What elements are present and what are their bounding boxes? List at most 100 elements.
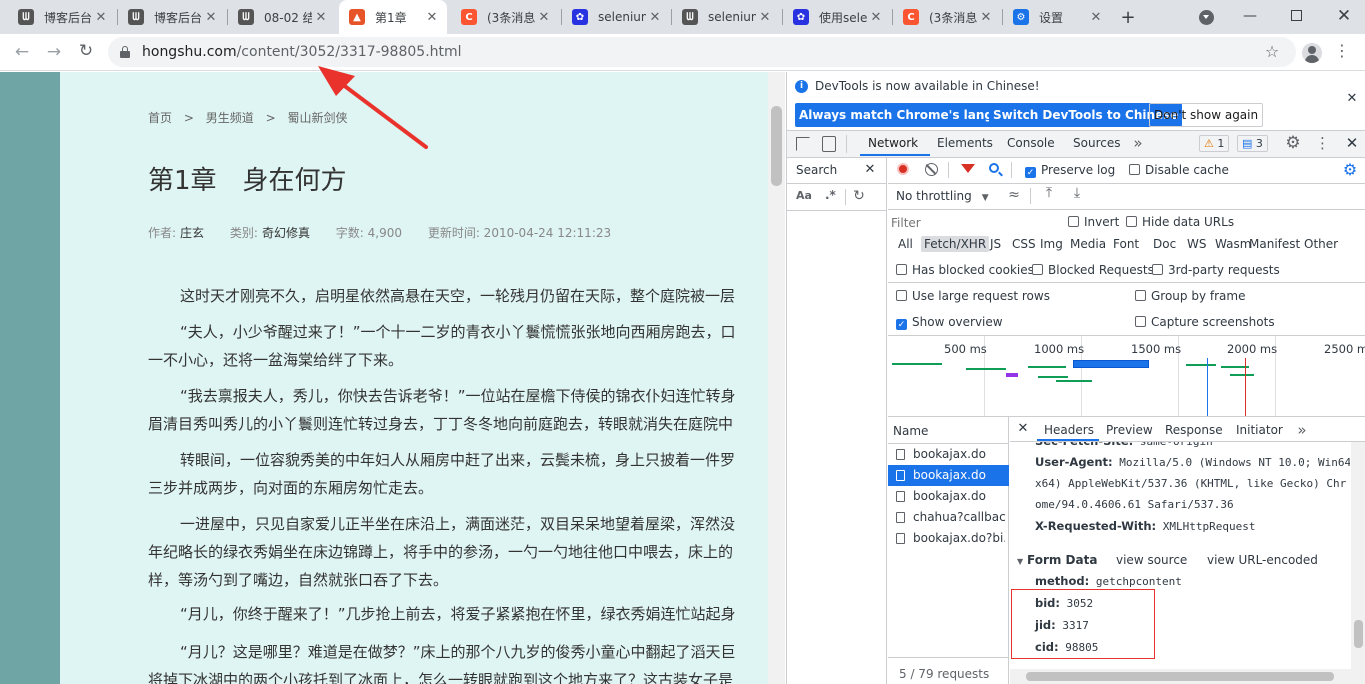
network-conditions-icon[interactable]: ≈: [1005, 187, 1023, 203]
tab-close-icon[interactable]: ✕: [312, 10, 330, 25]
show-overview-checkbox[interactable]: ✓ Show overview: [896, 315, 1003, 330]
detail-tab-initiator[interactable]: Initiator: [1236, 423, 1283, 437]
new-tab-button[interactable]: +: [1117, 7, 1139, 28]
more-detail-tabs-icon[interactable]: »: [1295, 421, 1309, 439]
detail-tab-headers[interactable]: Headers: [1044, 423, 1094, 437]
device-toolbar-icon[interactable]: [822, 136, 836, 152]
close-window-button[interactable]: ✕: [1334, 6, 1354, 26]
tab-close-icon[interactable]: ✕: [202, 10, 220, 25]
browser-tab[interactable]: C (3条消息 ✕: [893, 0, 1001, 34]
throttling-select[interactable]: No throttling ▼: [896, 189, 989, 203]
restore-button[interactable]: [1291, 10, 1302, 21]
detail-scrollbar[interactable]: [1351, 442, 1365, 684]
has-blocked-cookies-checkbox[interactable]: Has blocked cookies: [896, 263, 1034, 277]
minimize-button[interactable]: —: [1240, 8, 1260, 24]
tab-close-icon[interactable]: ✕: [535, 10, 553, 25]
warnings-badge[interactable]: ⚠ 1: [1199, 135, 1230, 152]
large-rows-checkbox[interactable]: Use large request rows: [896, 289, 1050, 303]
tab-close-icon[interactable]: ✕: [867, 10, 885, 25]
filter-input[interactable]: [891, 214, 1055, 232]
detail-hscrollbar[interactable]: [1010, 669, 1351, 684]
request-row[interactable]: bookajax.do: [888, 465, 1009, 486]
clear-icon[interactable]: [925, 163, 938, 176]
type-filter-manifest[interactable]: Manifest: [1246, 236, 1303, 252]
page-scrollbar-thumb[interactable]: [771, 106, 782, 186]
group-by-frame-checkbox[interactable]: Group by frame: [1135, 289, 1245, 303]
browser-tab[interactable]: ▲ 第1章 ✕: [339, 0, 447, 34]
request-row[interactable]: bookajax.do: [888, 486, 1009, 507]
more-tabs-icon[interactable]: »: [1131, 134, 1145, 152]
tab-close-icon[interactable]: ✕: [1087, 10, 1105, 25]
settings-gear-icon[interactable]: ⚙: [1284, 133, 1302, 153]
type-filter-other[interactable]: Other: [1301, 236, 1341, 252]
dont-show-again-button[interactable]: Don't show again: [1149, 103, 1264, 127]
url-text[interactable]: hongshu.com/content/3052/3317-98805.html: [142, 44, 462, 60]
type-filter-ws[interactable]: WS: [1184, 236, 1209, 252]
browser-tab[interactable]: ᗯ 08-02 结 ✕: [228, 0, 336, 34]
inspect-element-icon[interactable]: [796, 137, 810, 151]
match-case-icon[interactable]: Aa: [796, 189, 812, 202]
preserve-log-checkbox[interactable]: ✓ Preserve log: [1025, 163, 1115, 178]
type-filter-font[interactable]: Font: [1110, 236, 1142, 252]
network-settings-gear-icon[interactable]: ⚙: [1342, 160, 1358, 179]
lock-icon[interactable]: [120, 46, 130, 58]
hide-data-urls-checkbox[interactable]: Hide data URLs: [1126, 215, 1234, 229]
type-filter-doc[interactable]: Doc: [1150, 236, 1179, 252]
profile-avatar[interactable]: [1302, 43, 1322, 63]
page-scrollbar[interactable]: [768, 72, 785, 684]
detail-tab-preview[interactable]: Preview: [1106, 423, 1153, 437]
browser-tab[interactable]: C (3条消息 ✕: [451, 0, 559, 34]
type-filter-fetch-xhr[interactable]: Fetch/XHR: [921, 236, 990, 252]
capture-screenshots-checkbox[interactable]: Capture screenshots: [1135, 315, 1275, 329]
address-bar[interactable]: hongshu.com/content/3052/3317-98805.html…: [108, 37, 1296, 67]
browser-tab[interactable]: ᗯ 博客后台 ✕: [8, 0, 116, 34]
detail-close-icon[interactable]: ✕: [1016, 421, 1030, 436]
request-row[interactable]: bookajax.do: [888, 444, 1009, 465]
name-column-header[interactable]: Name: [893, 424, 928, 438]
close-devtools-icon[interactable]: ✕: [1345, 134, 1359, 152]
invert-checkbox[interactable]: Invert: [1068, 215, 1119, 229]
devtools-menu-icon[interactable]: ⋮: [1315, 134, 1330, 152]
record-button[interactable]: [897, 163, 909, 175]
request-row[interactable]: bookajax.do?bi...: [888, 528, 1009, 549]
category-link[interactable]: 奇幻修真: [262, 226, 310, 240]
regex-icon[interactable]: .*: [825, 188, 836, 202]
search-network-icon[interactable]: [989, 163, 1003, 177]
messages-badge[interactable]: ▤ 3: [1237, 135, 1268, 152]
devtools-tab-elements[interactable]: Elements: [937, 136, 993, 150]
tab-close-icon[interactable]: ✕: [646, 10, 664, 25]
back-button[interactable]: ←: [12, 42, 32, 62]
devtools-tab-console[interactable]: Console: [1007, 136, 1055, 150]
browser-tab[interactable]: ᗯ selenium✕: [672, 0, 780, 34]
form-data-section[interactable]: ▼ Form Data: [1017, 553, 1097, 567]
forward-button[interactable]: →: [44, 42, 64, 62]
tab-close-icon[interactable]: ✕: [92, 10, 110, 25]
request-row[interactable]: chahua?callbac...: [888, 507, 1009, 528]
view-source-link[interactable]: view source: [1116, 553, 1187, 567]
bookmark-star-icon[interactable]: ☆: [1262, 42, 1282, 61]
view-url-encoded-link[interactable]: view URL-encoded: [1207, 553, 1318, 567]
browser-tab[interactable]: ✿ 使用sele ✕: [783, 0, 891, 34]
browser-tab[interactable]: ᗯ 博客后台 ✕: [118, 0, 226, 34]
chrome-menu-icon[interactable]: ⋮: [1334, 41, 1350, 60]
search-drawer-close-icon[interactable]: ✕: [864, 162, 876, 177]
breadcrumb-channel[interactable]: 男生频道: [206, 111, 254, 125]
devtools-tab-network[interactable]: Network: [868, 136, 918, 150]
tab-close-icon[interactable]: ✕: [423, 10, 441, 25]
type-filter-all[interactable]: All: [895, 236, 916, 252]
refresh-search-icon[interactable]: ↻: [851, 188, 867, 204]
type-filter-media[interactable]: Media: [1067, 236, 1109, 252]
third-party-checkbox[interactable]: 3rd-party requests: [1152, 263, 1280, 277]
browser-tab[interactable]: ✿ selenium✕: [562, 0, 670, 34]
author-link[interactable]: 庄玄: [180, 226, 204, 240]
type-filter-js[interactable]: JS: [987, 236, 1004, 252]
reload-button[interactable]: ↻: [76, 41, 96, 61]
detail-tab-response[interactable]: Response: [1165, 423, 1223, 437]
devtools-tab-sources[interactable]: Sources: [1073, 136, 1120, 150]
tab-close-icon[interactable]: ✕: [977, 10, 995, 25]
browser-tab[interactable]: ⚙ 设置 ✕: [1003, 0, 1111, 34]
blocked-requests-checkbox[interactable]: Blocked Requests: [1032, 263, 1154, 277]
network-overview[interactable]: 500 ms 1000 ms 1500 ms 2000 ms 2500 m: [888, 336, 1365, 416]
banner-close-icon[interactable]: ✕: [1345, 91, 1359, 106]
type-filter-css[interactable]: CSS: [1009, 236, 1039, 252]
